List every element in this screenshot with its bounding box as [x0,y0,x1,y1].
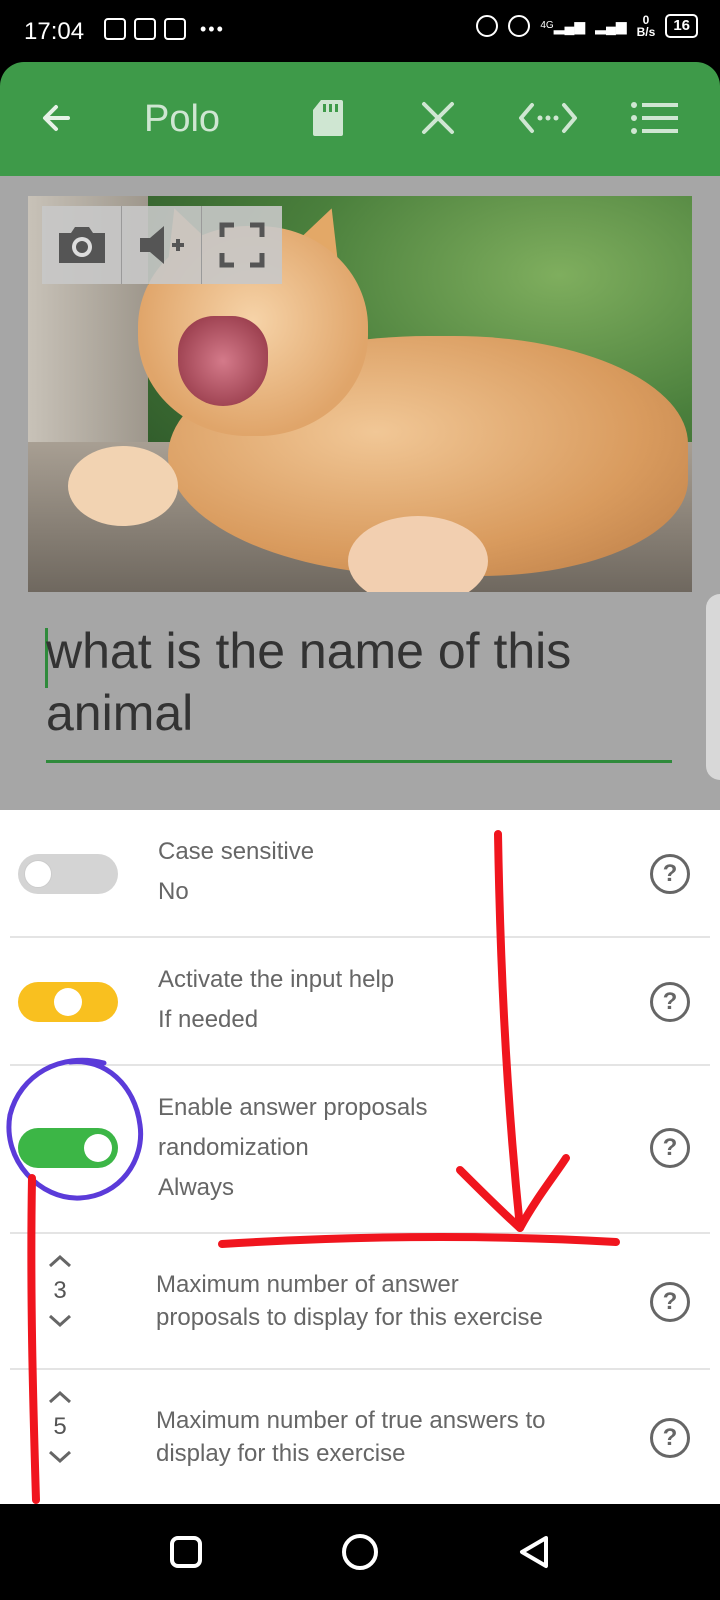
chevron-down-icon[interactable] [40,1444,80,1470]
max-true-answers-line2: display for this exercise [156,1440,406,1467]
home-circle-icon[interactable] [338,1530,382,1574]
settings-panel: Case sensitive No ? Activate the input h… [0,810,720,1504]
alarm-icon [476,15,499,37]
notification-app-icon [134,18,156,40]
max-proposals-line1: Maximum number of answer [156,1271,459,1298]
back-triangle-icon[interactable] [512,1530,556,1574]
recents-square-icon[interactable] [164,1530,208,1574]
hotspot-icon [508,15,531,37]
status-time: 17:04 [24,18,85,45]
signal-icon: 4G▂▄▆ [540,18,586,34]
question-editor: what is the name of this animal [0,176,720,810]
help-icon[interactable]: ? [650,1282,690,1322]
setting-case-sensitive[interactable]: Case sensitive No ? [10,810,710,938]
close-icon[interactable] [410,90,466,146]
network-type: 4G [540,20,554,31]
max-proposals-line2: proposals to display for this exercise [156,1304,543,1331]
side-drawer-handle[interactable] [706,594,720,780]
help-icon[interactable]: ? [650,982,690,1022]
max-true-answers-value[interactable]: 5 [40,1410,80,1444]
chevron-up-icon[interactable] [40,1248,80,1274]
code-arrows-icon[interactable] [514,90,582,146]
chevron-up-icon[interactable] [40,1384,80,1410]
max-proposals-stepper: 3 [40,1248,80,1334]
data-rate-unit: B/s [636,25,656,39]
navigation-bar [0,1504,720,1600]
chevron-down-icon[interactable] [40,1308,80,1334]
camera-icon[interactable] [42,206,122,284]
status-right-icons: 4G▂▄▆ ▂▄▆ 0 B/s 16 [476,14,698,38]
max-true-answers-stepper: 5 [40,1384,80,1470]
volume-up-icon[interactable] [122,206,202,284]
case-sensitive-title: Case sensitive [158,838,315,865]
notification-icons: ••• [104,18,225,40]
randomization-title-line2: randomization [158,1134,309,1161]
setting-max-proposals: 3 Maximum number of answer proposals to … [10,1234,710,1370]
setting-randomization[interactable]: Enable answer proposals randomization Al… [10,1066,710,1234]
randomization-toggle[interactable] [18,1128,118,1168]
battery-icon: 16 [665,14,698,38]
case-sensitive-toggle[interactable] [18,854,118,894]
menu-list-icon[interactable] [626,90,682,146]
question-image[interactable] [28,196,692,592]
data-rate: 0 B/s [637,14,656,38]
setting-max-true-answers: 5 Maximum number of true answers to disp… [10,1370,710,1504]
notification-app-icon-2 [164,18,186,40]
input-help-value: If needed [158,1006,259,1033]
sd-card-icon[interactable] [300,90,356,146]
app-title: Polo [144,98,221,140]
input-help-toggle[interactable] [18,982,118,1022]
notification-message-icon [104,18,126,40]
status-bar: 17:04 ••• 4G▂▄▆ ▂▄▆ 0 B/s 16 [0,0,720,62]
question-input[interactable]: what is the name of this animal [46,620,686,744]
case-sensitive-value: No [158,878,189,905]
question-underline [46,760,672,763]
randomization-value: Always [158,1174,235,1201]
media-toolbar [42,206,282,284]
setting-input-help[interactable]: Activate the input help If needed ? [10,938,710,1066]
input-help-title: Activate the input help [158,966,395,993]
help-icon[interactable]: ? [650,1418,690,1458]
signal-icon-2: ▂▄▆ [595,18,627,34]
help-icon[interactable]: ? [650,1128,690,1168]
more-notifications-icon: ••• [200,19,225,39]
help-icon[interactable]: ? [650,854,690,894]
app-bar: Polo [0,62,720,176]
max-proposals-value[interactable]: 3 [40,1274,80,1308]
max-true-answers-line1: Maximum number of true answers to [156,1407,546,1434]
randomization-title-line1: Enable answer proposals [158,1094,428,1121]
fullscreen-icon[interactable] [202,206,282,284]
back-arrow-icon[interactable] [28,90,84,146]
